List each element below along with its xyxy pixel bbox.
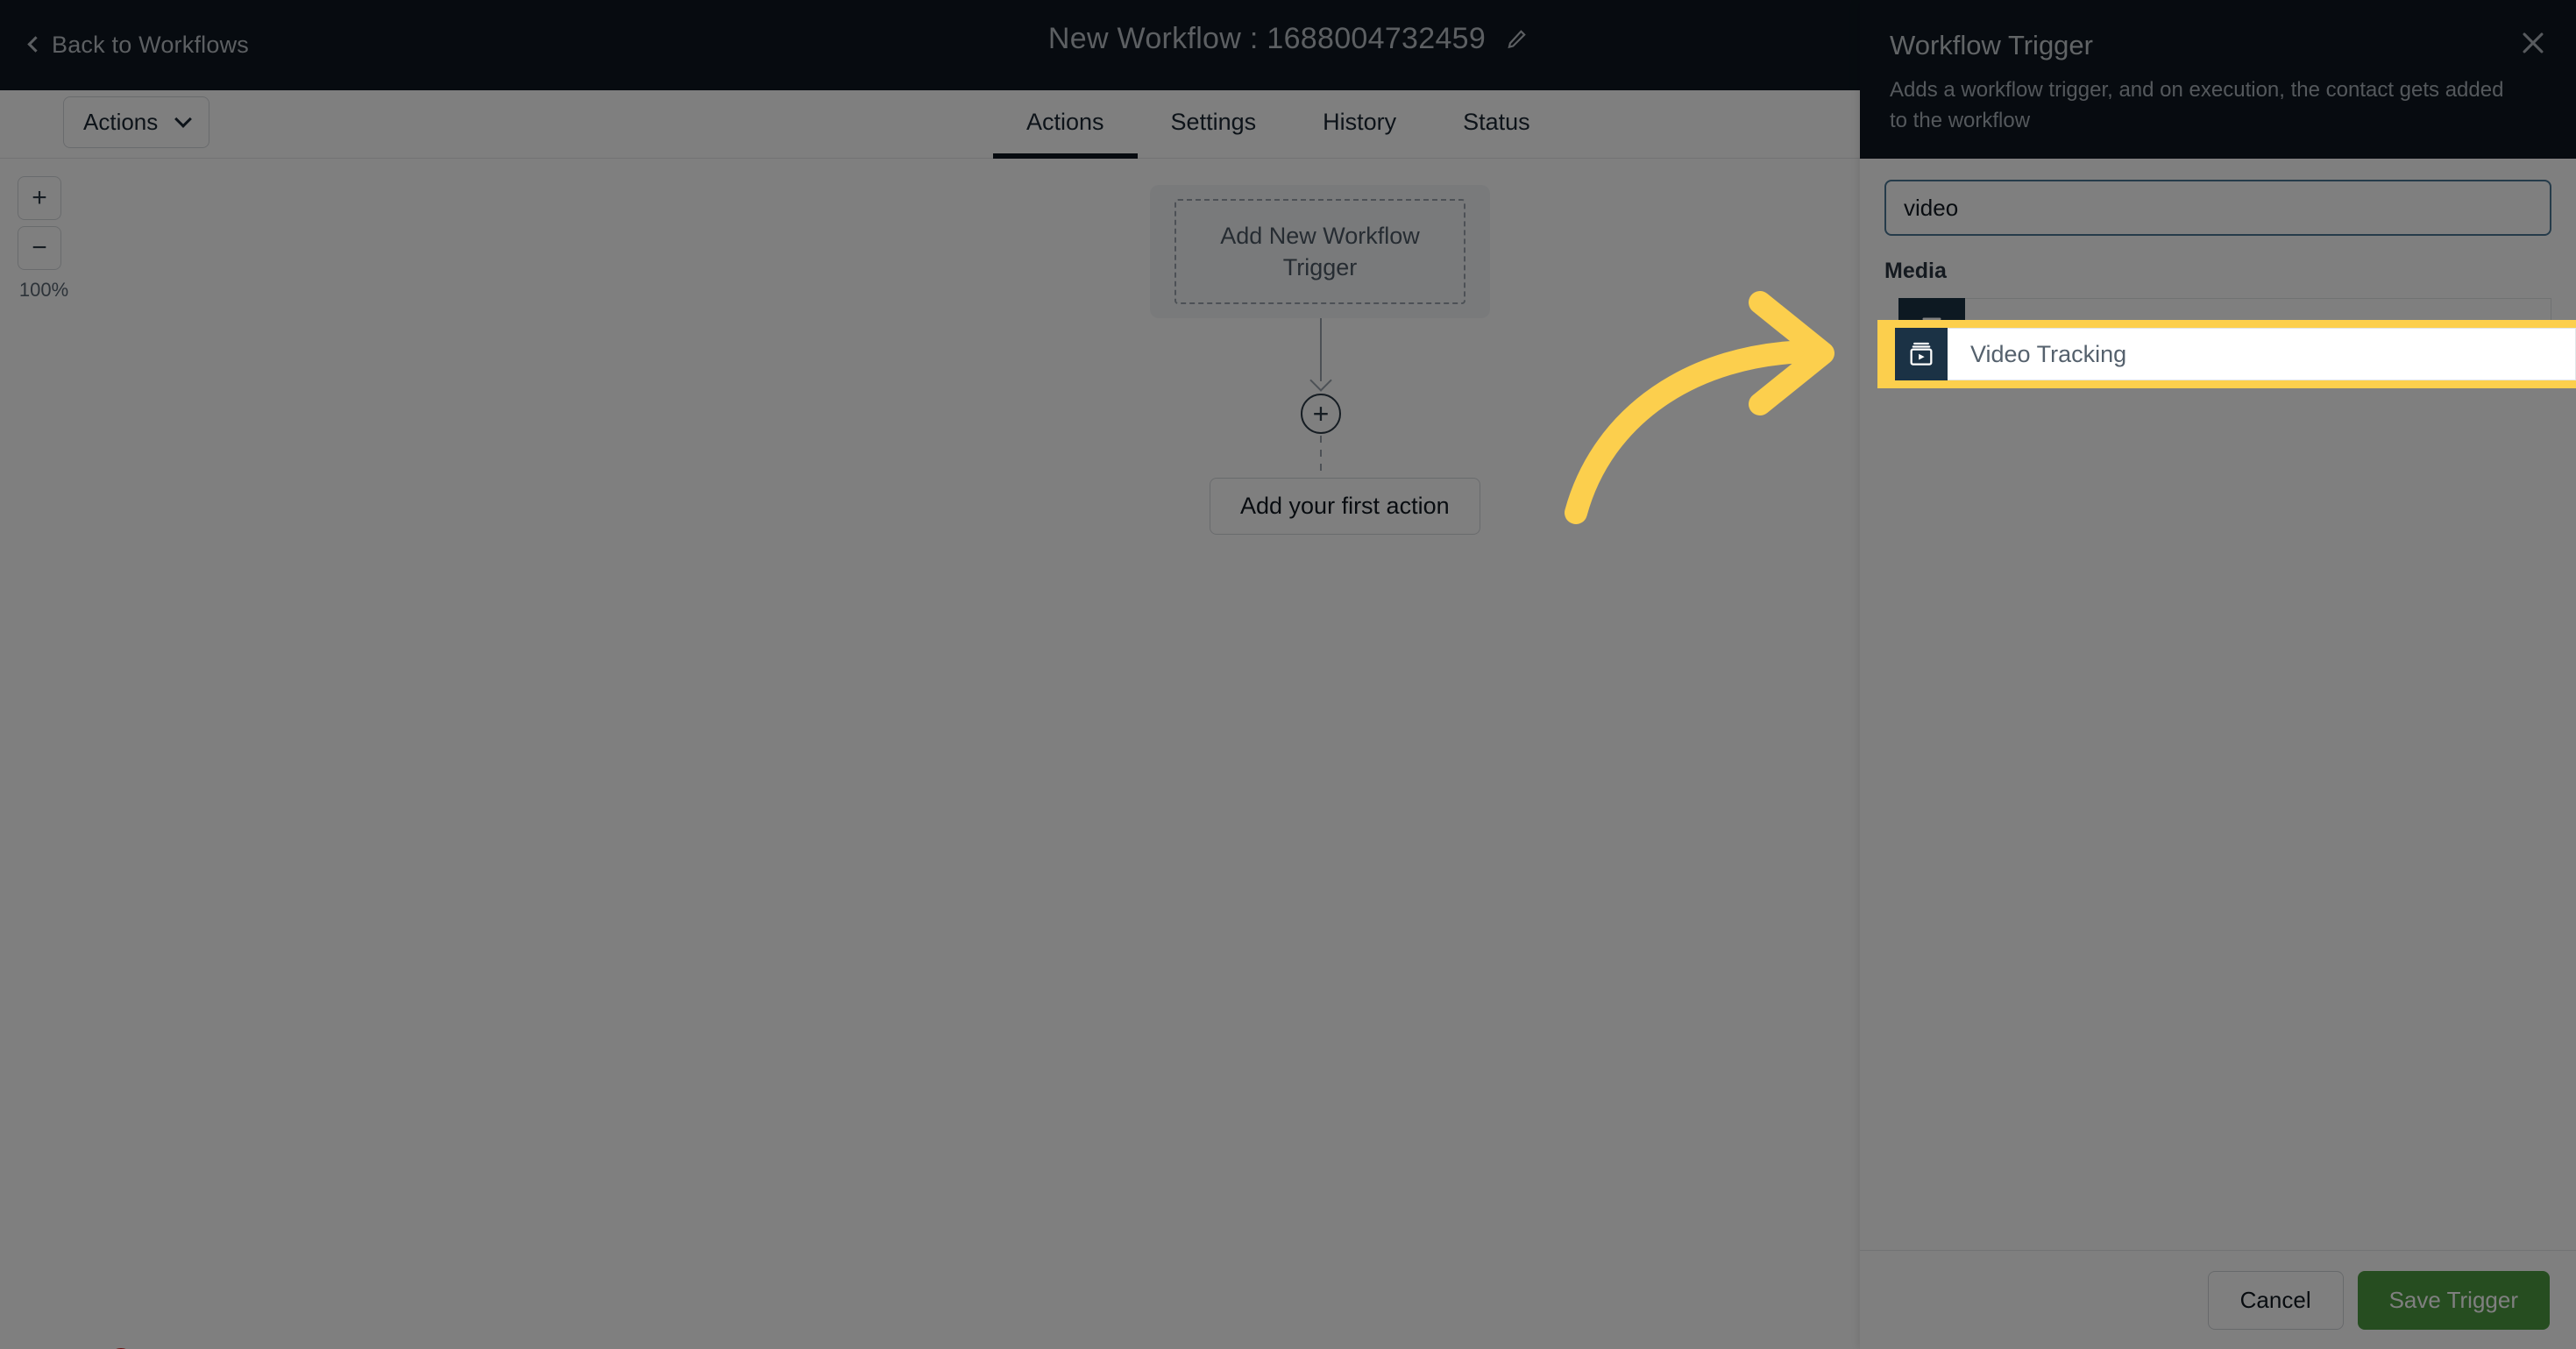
tab-actions-label: Actions: [1026, 109, 1104, 135]
result-group-label: Media: [1884, 259, 1947, 283]
workflow-trigger-panel: Workflow Trigger Adds a workflow trigger…: [1860, 0, 2576, 1349]
pencil-icon[interactable]: [1505, 28, 1528, 51]
app-layer: Back to Workflows New Workflow : 1688004…: [0, 0, 2576, 1349]
highlight-band: Video Tracking: [1877, 320, 2576, 388]
zoom-level-label: 100%: [18, 279, 69, 301]
search-wrapper: [1860, 159, 2576, 236]
tab-actions[interactable]: Actions: [993, 90, 1138, 159]
panel-footer: Cancel Save Trigger: [1860, 1250, 2576, 1349]
actions-dropdown-label: Actions: [83, 109, 159, 135]
add-first-action-label: Add your first action: [1240, 493, 1450, 519]
panel-description: Adds a workflow trigger, and on executio…: [1890, 78, 2504, 132]
tab-settings[interactable]: Settings: [1138, 90, 1290, 159]
zoom-out-label: −: [32, 233, 47, 262]
highlighted-list-item[interactable]: Video Tracking: [1895, 328, 2576, 380]
add-first-action-button[interactable]: Add your first action: [1210, 478, 1480, 535]
workflow-canvas[interactable]: + − 100% Add New Workflow Trigger + Add …: [0, 159, 1860, 1349]
tab-history[interactable]: History: [1289, 90, 1430, 159]
dashed-connector: [1320, 436, 1322, 479]
video-tracking-icon: [1895, 328, 1948, 380]
add-node-plus-button[interactable]: +: [1301, 394, 1341, 434]
chevron-down-icon: [174, 110, 193, 128]
zoom-in-button[interactable]: +: [18, 176, 61, 220]
add-trigger-label: Add New Workflow Trigger: [1220, 222, 1420, 280]
panel-title: Workflow Trigger: [1890, 30, 2093, 60]
panel-header: Workflow Trigger Adds a workflow trigger…: [1860, 0, 2576, 159]
plus-icon: +: [1312, 398, 1330, 430]
close-icon[interactable]: [2516, 26, 2550, 60]
zoom-in-label: +: [32, 183, 47, 212]
tab-list: Actions Settings History Status: [993, 90, 1564, 159]
tab-settings-label: Settings: [1170, 109, 1257, 135]
connector-arrow-icon: [1309, 369, 1332, 392]
zoom-controls: + − 100%: [18, 176, 70, 302]
cancel-button[interactable]: Cancel: [2207, 1270, 2344, 1330]
trigger-search-input[interactable]: [1884, 180, 2551, 236]
actions-dropdown-button[interactable]: Actions: [63, 96, 210, 148]
workflow-flow: Add New Workflow Trigger + Add your firs…: [1150, 185, 1492, 535]
tab-status-label: Status: [1463, 109, 1530, 135]
app-root: Back to Workflows New Workflow : 1688004…: [0, 0, 2576, 1349]
tab-history-label: History: [1323, 109, 1397, 135]
add-trigger-dashed-area[interactable]: Add New Workflow Trigger: [1174, 199, 1465, 304]
tab-status[interactable]: Status: [1430, 90, 1564, 159]
highlighted-list-item-label: Video Tracking: [1970, 340, 2127, 367]
add-trigger-card[interactable]: Add New Workflow Trigger: [1150, 185, 1490, 318]
workflow-title-text: New Workflow : 1688004732459: [1047, 22, 1487, 55]
save-trigger-button[interactable]: Save Trigger: [2357, 1270, 2550, 1330]
zoom-out-button[interactable]: −: [18, 226, 61, 270]
